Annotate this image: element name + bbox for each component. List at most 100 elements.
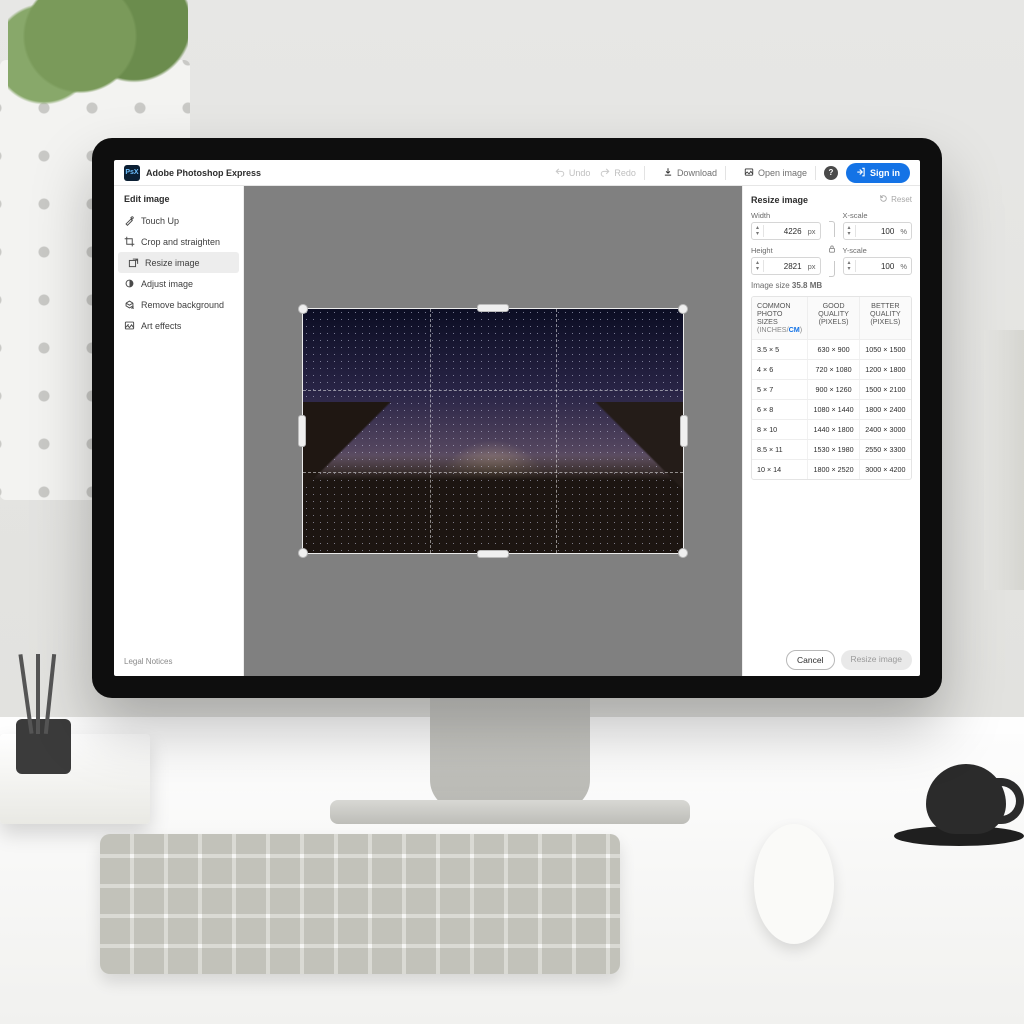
table-header-good: GOODQUALITY(PIXELS) [808,297,859,339]
resize-handle-top-right[interactable] [678,304,688,314]
table-row[interactable]: 8 × 101440 × 18002400 × 3000 [752,419,911,439]
yscale-value: 100 [856,262,897,271]
reset-button[interactable]: Reset [879,194,912,205]
height-stepper[interactable]: ▴▾ 2821 px [751,257,821,275]
cell-size: 6 × 8 [752,400,808,419]
app-window: PsX Adobe Photoshop Express Undo Redo Do… [114,160,920,676]
xscale-unit: % [896,227,911,236]
app-title: Adobe Photoshop Express [146,168,261,178]
cell-size: 5 × 7 [752,380,808,399]
table-row[interactable]: 6 × 81080 × 14401800 × 2400 [752,399,911,419]
cell-good: 720 × 1080 [808,360,859,379]
xscale-value: 100 [856,227,897,236]
table-row[interactable]: 8.5 × 111530 × 19802550 × 3300 [752,439,911,459]
resize-handle-bottom[interactable] [477,550,509,558]
cell-good: 1080 × 1440 [808,400,859,419]
resize-handle-left[interactable] [298,415,306,447]
topbar-divider [725,166,726,180]
cell-good: 630 × 900 [808,340,859,359]
monitor-base [330,800,690,824]
table-row[interactable]: 10 × 141800 × 25203000 × 4200 [752,459,911,479]
open-image-label: Open image [758,168,807,178]
topbar: PsX Adobe Photoshop Express Undo Redo Do… [114,160,920,186]
stepper-arrows-icon[interactable]: ▴▾ [844,260,856,272]
sidebar: Edit image Touch Up Crop and straighten … [114,186,244,676]
redo-label: Redo [614,168,636,178]
height-unit: px [804,262,820,271]
stepper-arrows-icon[interactable]: ▴▾ [752,225,764,237]
monitor-stand [430,690,590,810]
open-image-button[interactable]: Open image [744,167,807,179]
sidebar-item-touchup[interactable]: Touch Up [114,210,243,231]
undo-button[interactable]: Undo [555,167,591,179]
image-size-readout: Image size 35.8 MB [751,281,912,290]
resize-handle-bottom-left[interactable] [298,548,308,558]
panel-title: Resize image [751,195,808,205]
cell-better: 1500 × 2100 [860,380,911,399]
height-value: 2821 [764,262,804,271]
cell-better: 1800 × 2400 [860,400,911,419]
mouse [754,824,834,944]
table-row[interactable]: 3.5 × 5630 × 9001050 × 1500 [752,339,911,359]
cell-size: 4 × 6 [752,360,808,379]
resize-handle-bottom-right[interactable] [678,548,688,558]
signin-icon [856,167,866,179]
stepper-arrows-icon[interactable]: ▴▾ [752,260,764,272]
redo-button[interactable]: Redo [600,167,636,179]
coffee-mug [926,764,1006,834]
cell-good: 1800 × 2520 [808,460,859,479]
topbar-divider [644,166,645,180]
width-label: Width [751,211,821,220]
plant [8,0,188,120]
unit-inches-toggle[interactable]: INCHES [759,325,786,334]
sidebar-item-label: Resize image [145,258,200,268]
xscale-label: X-scale [843,211,913,220]
cell-size: 10 × 14 [752,460,808,479]
width-stepper[interactable]: ▴▾ 4226 px [751,222,821,240]
resize-handle-right[interactable] [680,415,688,447]
width-unit: px [804,227,820,236]
cell-better: 1050 × 1500 [860,340,911,359]
lock-icon [827,244,837,254]
app-logo: PsX [124,165,140,181]
xscale-stepper[interactable]: ▴▾ 100 % [843,222,913,240]
sidebar-item-label: Touch Up [141,216,179,226]
table-row[interactable]: 5 × 7900 × 12601500 × 2100 [752,379,911,399]
legal-notices-link[interactable]: Legal Notices [114,651,243,672]
resize-image-button[interactable]: Resize image [841,650,913,670]
cancel-button[interactable]: Cancel [786,650,834,670]
pencil-cup [10,654,80,774]
image-icon [744,167,754,179]
download-button[interactable]: Download [663,167,717,179]
help-button[interactable]: ? [824,166,838,180]
canvas[interactable] [244,186,742,676]
right-panel: Resize image Reset Width ▴▾ 4226 px [742,186,920,676]
cell-good: 1530 × 1980 [808,440,859,459]
reset-label: Reset [891,195,912,204]
sidebar-item-crop[interactable]: Crop and straighten [114,231,243,252]
sidebar-item-adjust[interactable]: Adjust image [114,273,243,294]
aspect-lock-toggle[interactable] [825,223,839,275]
width-value: 4226 [764,227,804,236]
keyboard [100,834,620,974]
sidebar-item-arteffects[interactable]: Art effects [114,315,243,336]
photo-preview [303,309,683,553]
resize-handle-top-left[interactable] [298,304,308,314]
image-frame[interactable] [303,309,683,553]
size-table: COMMON PHOTO SIZES (INCHES/CM) GOODQUALI… [751,296,912,480]
cell-size: 8 × 10 [752,420,808,439]
table-row[interactable]: 4 × 6720 × 10801200 × 1800 [752,359,911,379]
stepper-arrows-icon[interactable]: ▴▾ [844,225,856,237]
resize-handle-top[interactable] [477,304,509,312]
table-header-better: BETTERQUALITY(PIXELS) [860,297,911,339]
monitor: PsX Adobe Photoshop Express Undo Redo Do… [92,138,942,698]
yscale-label: Y-scale [843,246,913,255]
signin-button[interactable]: Sign in [846,163,910,183]
unit-cm-toggle[interactable]: CM [789,325,800,334]
sidebar-item-removebg[interactable]: Remove background [114,294,243,315]
sidebar-title: Edit image [114,194,243,210]
cell-size: 8.5 × 11 [752,440,808,459]
yscale-stepper[interactable]: ▴▾ 100 % [843,257,913,275]
cell-size: 3.5 × 5 [752,340,808,359]
sidebar-item-resize[interactable]: Resize image [118,252,239,273]
